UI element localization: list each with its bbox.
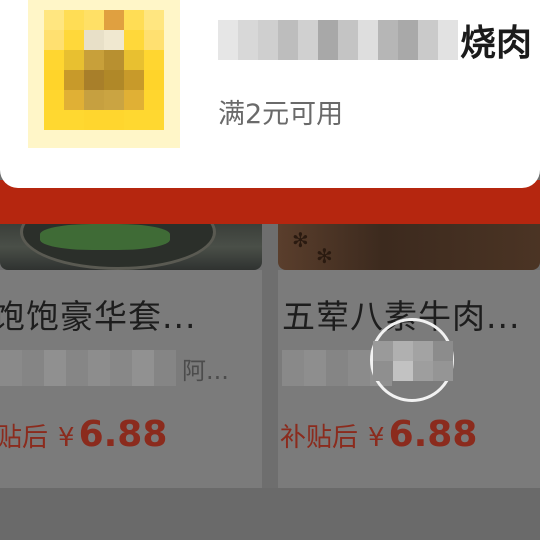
product-title[interactable]: 饱饱豪华套... bbox=[0, 290, 196, 338]
subsidy-label: 贴后 bbox=[0, 423, 49, 453]
product-image-right[interactable]: ✻ ✻ bbox=[278, 224, 540, 270]
spice-graphic: ✻ bbox=[316, 244, 333, 268]
bottom-area bbox=[0, 488, 540, 540]
currency-symbol: ¥ bbox=[58, 423, 75, 453]
price-amount: 6.88 bbox=[78, 414, 168, 455]
vegetable-graphic bbox=[40, 224, 170, 250]
currency-symbol: ¥ bbox=[368, 423, 385, 453]
price-block: 贴后 ¥ 6.88 bbox=[0, 414, 167, 455]
product-image-left[interactable] bbox=[0, 224, 262, 270]
blurred-text bbox=[0, 350, 176, 386]
spice-graphic: ✻ bbox=[292, 228, 309, 252]
coupon-card[interactable]: 烧肉 满2元可用 bbox=[0, 0, 540, 188]
card-gap bbox=[262, 224, 278, 490]
price-block: 补贴后 ¥ 6.88 bbox=[280, 414, 477, 455]
product-subtitle: 阿... bbox=[0, 350, 229, 386]
coupon-shop-name: 烧肉 bbox=[460, 23, 533, 64]
shop-logo-icon bbox=[28, 0, 180, 148]
price-amount: 6.88 bbox=[388, 414, 478, 455]
product-subtitle-text: 阿... bbox=[182, 356, 229, 385]
subsidy-label: 补贴后 bbox=[280, 423, 359, 453]
close-icon bbox=[373, 341, 453, 381]
close-button[interactable] bbox=[370, 318, 454, 402]
coupon-condition: 满2元可用 bbox=[218, 99, 344, 130]
blurred-text bbox=[218, 20, 458, 60]
coupon-title: 烧肉 bbox=[218, 14, 532, 66]
